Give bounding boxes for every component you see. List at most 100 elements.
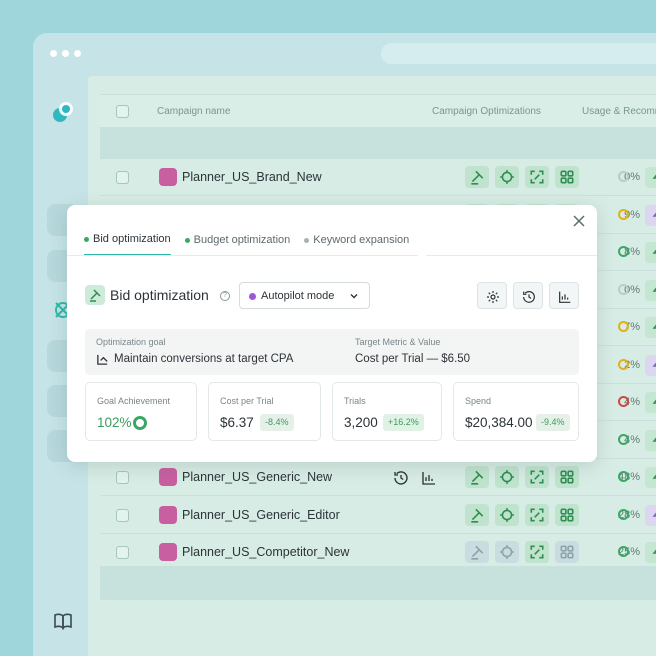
- optimization-toggle[interactable]: [525, 166, 549, 188]
- optimization-icon: [471, 508, 484, 523]
- history-icon: [523, 291, 535, 303]
- window-controls: [50, 50, 81, 57]
- recommendation-button[interactable]: [645, 279, 656, 301]
- recommendation-button[interactable]: [645, 504, 656, 526]
- optimization-icon: [471, 170, 484, 185]
- close-icon[interactable]: [572, 214, 586, 228]
- trend-icon: [97, 354, 108, 365]
- metric-spend: Spend $20,384.00 -9.4%: [453, 382, 579, 441]
- tab-bid-optimization[interactable]: Bid optimization: [84, 233, 171, 256]
- optimization-icon: [530, 545, 544, 559]
- usage-ring-icon: [618, 433, 629, 445]
- chart-button[interactable]: [549, 282, 579, 309]
- table-row[interactable]: Planner_US_Generic_New 48%: [100, 459, 656, 496]
- campaign-name[interactable]: Planner_US_Generic_Editor: [182, 508, 340, 522]
- optimization-toggle[interactable]: [465, 541, 489, 563]
- optimization-toggle[interactable]: [495, 166, 519, 188]
- campaign-name[interactable]: Planner_US_Brand_New: [182, 170, 322, 184]
- metric-label: Trials: [344, 396, 366, 406]
- optimization-toggle[interactable]: [495, 466, 519, 488]
- logo-icon[interactable]: [51, 100, 75, 124]
- optimization-toggle[interactable]: [465, 466, 489, 488]
- optimization-toggle[interactable]: [495, 541, 519, 563]
- table-row[interactable]: Planner_US_Brand_New 0%: [100, 159, 656, 196]
- window-dot[interactable]: [50, 50, 57, 57]
- window-dot[interactable]: [62, 50, 69, 57]
- tab-keyword-expansion[interactable]: Keyword expansion: [304, 233, 409, 256]
- campaign-name[interactable]: Planner_US_Competitor_New: [182, 545, 349, 559]
- recommendation-button[interactable]: [645, 204, 656, 226]
- optimization-icon: [530, 170, 544, 184]
- row-checkbox[interactable]: [116, 171, 129, 184]
- optimization-toggle[interactable]: [555, 503, 579, 526]
- bar-chart-icon[interactable]: [420, 469, 438, 487]
- optimization-icon: [530, 470, 544, 484]
- optimization-icon: [500, 470, 514, 484]
- bolt-icon: [652, 174, 656, 179]
- optimization-toggle[interactable]: [525, 503, 549, 526]
- tab-label: Keyword expansion: [313, 234, 410, 246]
- row-checkbox[interactable]: [116, 471, 129, 484]
- history-icon[interactable]: [392, 469, 410, 487]
- optimization-toggle[interactable]: [555, 541, 579, 563]
- bolt-icon: [652, 249, 656, 254]
- bolt-icon: [652, 549, 656, 554]
- gear-icon: [487, 291, 499, 303]
- column-usage[interactable]: Usage & Recomm: [582, 106, 656, 117]
- recommendation-button[interactable]: [645, 317, 656, 338]
- optimization-icon: [471, 545, 484, 560]
- row-checkbox[interactable]: [116, 546, 129, 559]
- usage-ring-icon: [618, 471, 629, 482]
- column-campaign-name[interactable]: Campaign name: [157, 106, 230, 117]
- tab-budget-optimization[interactable]: Budget optimization: [184, 233, 291, 256]
- status-dot: [184, 237, 190, 243]
- metric-trials: Trials 3,200 +16.2%: [332, 382, 442, 441]
- settings-button[interactable]: [477, 282, 507, 309]
- recommendation-button[interactable]: [645, 392, 656, 413]
- mode-label: Autopilot mode: [261, 290, 335, 302]
- usage-ring-icon: [618, 283, 629, 295]
- optimization-toggle[interactable]: [525, 466, 549, 488]
- row-checkbox[interactable]: [116, 508, 129, 522]
- optimization-toggle[interactable]: [555, 166, 579, 188]
- column-optimizations[interactable]: Campaign Optimizations: [432, 106, 541, 117]
- goal-value: Maintain conversions at target CPA: [114, 353, 294, 365]
- metric-label: Spend: [465, 396, 492, 406]
- select-all-checkbox[interactable]: [116, 105, 129, 118]
- bolt-icon: [652, 437, 656, 442]
- recommendation-button[interactable]: [645, 542, 656, 563]
- campaign-name[interactable]: Planner_US_Generic_New: [182, 470, 332, 484]
- bolt-icon: [652, 324, 656, 329]
- optimization-toggle[interactable]: [525, 541, 549, 563]
- recommendation-button[interactable]: [645, 167, 656, 188]
- window-dot[interactable]: [74, 50, 81, 57]
- optimization-toggle[interactable]: [465, 503, 489, 526]
- usage-ring-icon: [618, 171, 629, 182]
- optimization-toggle[interactable]: [495, 503, 519, 526]
- bolt-icon: [652, 287, 656, 292]
- table-row[interactable]: Planner_US_Generic_Editor 28%: [100, 497, 656, 534]
- usage-ring-icon: [618, 358, 629, 370]
- optimization-toggle[interactable]: [465, 166, 489, 188]
- gavel-icon: [85, 285, 105, 305]
- status-dot: [84, 236, 89, 242]
- history-button[interactable]: [513, 282, 543, 309]
- table-footer-band: [100, 566, 656, 600]
- optimization-toggle[interactable]: [555, 466, 579, 488]
- progress-ring-icon: [133, 416, 147, 430]
- recommendation-button[interactable]: [645, 467, 656, 488]
- mode-dropdown[interactable]: Autopilot mode: [239, 282, 370, 309]
- recommendation-button[interactable]: [645, 242, 656, 263]
- tab-label: Budget optimization: [193, 234, 291, 246]
- optimization-icon: [560, 170, 574, 184]
- app-icon: [159, 468, 177, 486]
- goal-box: Optimization goal Maintain conversions a…: [85, 329, 579, 375]
- autopilot-icon: [249, 293, 256, 300]
- table-header: Campaign name Campaign Optimizations Usa…: [100, 94, 656, 128]
- help-icon[interactable]: ?: [220, 291, 230, 301]
- address-bar[interactable]: [381, 43, 656, 64]
- metric-goal-achievement: Goal Achievement 102%: [85, 382, 197, 441]
- recommendation-button[interactable]: [645, 354, 656, 376]
- recommendation-button[interactable]: [645, 429, 656, 451]
- book-icon[interactable]: [51, 609, 75, 633]
